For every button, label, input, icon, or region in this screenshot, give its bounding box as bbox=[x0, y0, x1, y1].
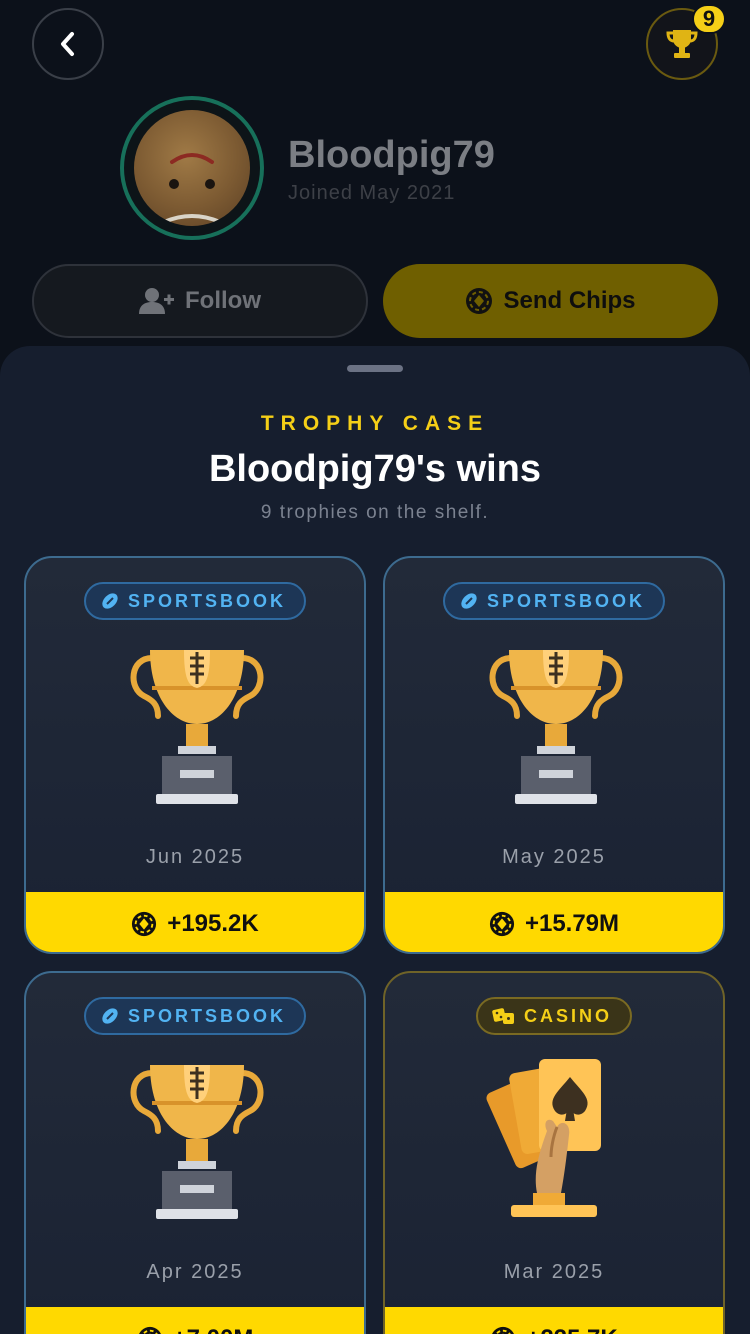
category-pill: SPORTSBOOK bbox=[83, 582, 307, 620]
category-label: CASINO bbox=[523, 1005, 613, 1026]
chip-icon bbox=[492, 1326, 515, 1334]
prize-bar: +15.79M bbox=[385, 892, 723, 952]
prize-bar: +225.7K bbox=[385, 1307, 723, 1334]
football-icon bbox=[102, 1008, 118, 1024]
trophy-count-badge: 9 bbox=[692, 4, 726, 34]
sheet-subtitle: 9 trophies on the shelf. bbox=[260, 502, 490, 523]
trophy-date: Mar 2025 bbox=[503, 1261, 605, 1283]
category-pill: SPORTSBOOK bbox=[442, 582, 666, 620]
chip-icon bbox=[489, 911, 515, 937]
send-chips-label: Send Chips bbox=[503, 287, 636, 314]
trophy-card[interactable]: SPORTSBOOK Apr 2025 +7.00M bbox=[24, 971, 366, 1334]
prize-amount: +7.00M bbox=[173, 1325, 254, 1334]
profile-header: 9 Bloodpig79 Joined May 2021 Follow Send bbox=[0, 0, 750, 360]
football-trophy-icon bbox=[130, 1065, 264, 1219]
trophy-card[interactable]: SPORTSBOOK May 2025 +15.79M bbox=[383, 556, 725, 954]
trophy-card[interactable]: CASINO Mar 2025 +225.7K bbox=[383, 971, 725, 1334]
category-label: SPORTSBOOK bbox=[127, 590, 287, 611]
chip-icon bbox=[132, 911, 157, 937]
trophy-date: May 2025 bbox=[502, 846, 606, 868]
joined-date: Joined May 2021 bbox=[288, 182, 456, 204]
trophy-card[interactable]: SPORTSBOOK Jun 2025 +195.2K bbox=[24, 556, 366, 954]
trophy-icon bbox=[666, 30, 698, 58]
football-icon bbox=[461, 593, 477, 609]
follow-button[interactable]: Follow bbox=[32, 264, 368, 338]
category-pill: CASINO bbox=[475, 997, 633, 1035]
profile-username: Bloodpig79 bbox=[288, 134, 495, 176]
prize-amount: +195.2K bbox=[167, 910, 259, 937]
avatar-image bbox=[134, 110, 250, 226]
football-trophy-icon bbox=[489, 650, 623, 804]
send-chips-button[interactable]: Send Chips bbox=[383, 264, 718, 338]
cards-trophy-icon bbox=[486, 1059, 601, 1217]
chevron-left-icon bbox=[61, 32, 74, 56]
back-button[interactable] bbox=[32, 8, 104, 80]
sheet-title: Bloodpig79's wins bbox=[208, 448, 542, 490]
dice-icon bbox=[492, 1008, 514, 1024]
chip-icon bbox=[466, 288, 493, 314]
sheet-grabber[interactable] bbox=[347, 365, 403, 372]
football-icon bbox=[102, 593, 118, 609]
category-label: SPORTSBOOK bbox=[127, 1005, 287, 1026]
prize-bar: +7.00M bbox=[26, 1307, 364, 1334]
chip-icon bbox=[138, 1326, 161, 1334]
prize-bar: +195.2K bbox=[26, 892, 364, 952]
section-eyebrow: TROPHY CASE bbox=[260, 412, 490, 435]
add-user-icon bbox=[139, 288, 174, 314]
trophy-date: Apr 2025 bbox=[146, 1261, 244, 1283]
category-label: SPORTSBOOK bbox=[486, 590, 646, 611]
trophy-date: Jun 2025 bbox=[145, 846, 245, 868]
avatar bbox=[120, 96, 264, 240]
trophy-case-sheet: TROPHY CASE Bloodpig79's wins 9 trophies… bbox=[0, 346, 750, 1334]
prize-amount: +225.7K bbox=[526, 1325, 617, 1334]
prize-amount: +15.79M bbox=[524, 910, 620, 937]
category-pill: SPORTSBOOK bbox=[83, 997, 307, 1035]
follow-label: Follow bbox=[185, 287, 261, 314]
football-trophy-icon bbox=[130, 650, 264, 804]
